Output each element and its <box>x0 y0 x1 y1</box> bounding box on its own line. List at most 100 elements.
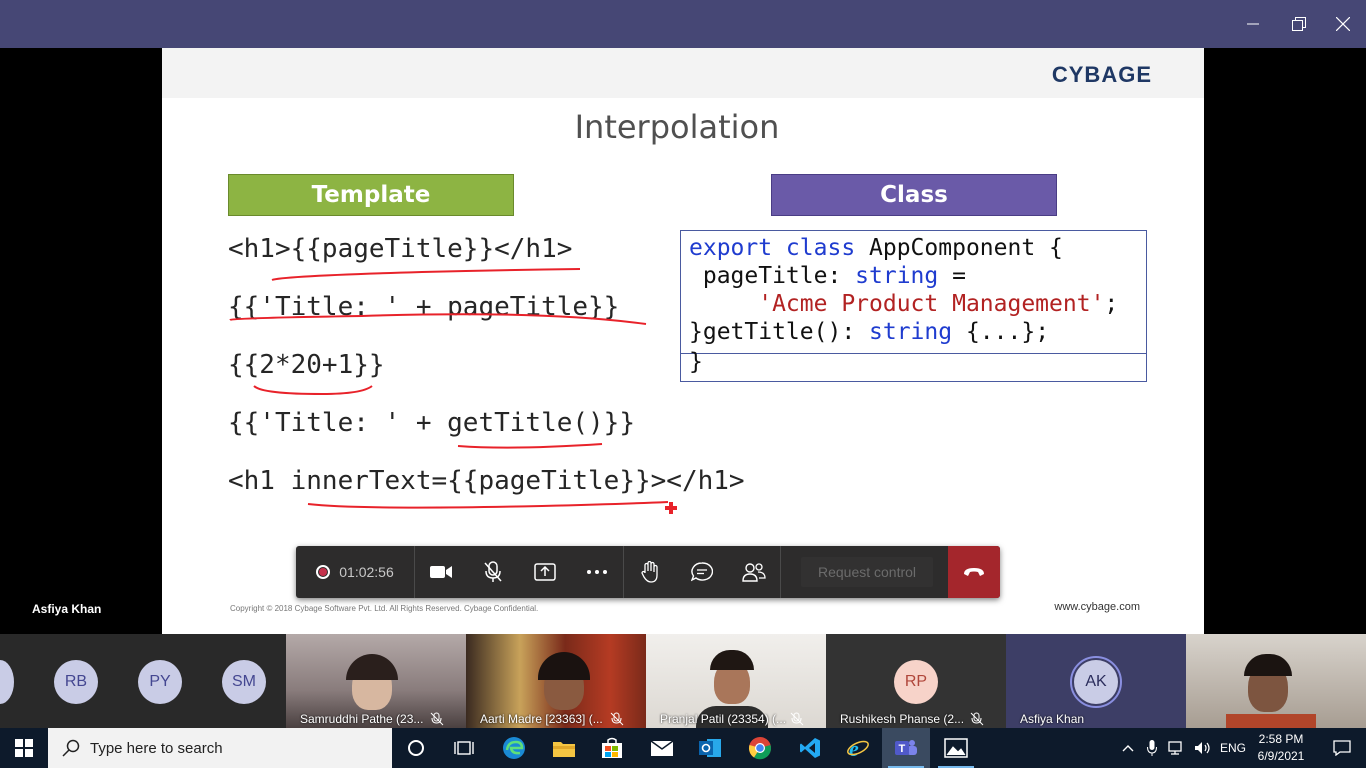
template-line-5: <h1 innerText={{pageTitle}}></h1> <box>228 466 745 496</box>
windows-taskbar: Type here to search e T ENG 2:58 PM 6/9/… <box>0 728 1366 768</box>
restore-button[interactable] <box>1276 0 1322 48</box>
more-actions-button[interactable] <box>571 546 623 598</box>
store-icon <box>602 737 622 758</box>
photos-app[interactable] <box>932 728 980 768</box>
recording-indicator: 01:02:56 <box>296 546 414 598</box>
class-code-line-4: }getTitle(): string {...}; <box>689 319 1049 345</box>
microphone-tray-button[interactable] <box>1140 728 1164 768</box>
template-line-4: {{'Title: ' + getTitle()}} <box>228 408 635 438</box>
raise-hand-icon <box>641 561 658 583</box>
show-hidden-icons-button[interactable] <box>1116 728 1140 768</box>
mail-icon <box>650 740 674 756</box>
windows-logo-icon <box>15 739 33 757</box>
chrome-icon <box>748 737 772 760</box>
network-tray-button[interactable] <box>1164 728 1190 768</box>
participant-name: Samruddhi Pathe (23... <box>300 712 424 726</box>
code-text: }getTitle(): <box>689 319 870 345</box>
participant-name: Asfiya Khan <box>1020 712 1085 726</box>
code-text: {...}; <box>952 319 1050 345</box>
share-screen-button[interactable] <box>519 546 571 598</box>
code-text: AppComponent { <box>855 235 1063 261</box>
slide-copyright: Copyright © 2018 Cybage Software Pvt. Lt… <box>230 604 539 613</box>
keyword: export class <box>689 235 856 261</box>
vscode-app[interactable] <box>786 728 834 768</box>
template-line-3: {{2*20+1}} <box>228 350 385 380</box>
pen-cursor-icon <box>665 506 677 510</box>
taskbar-search-box[interactable]: Type here to search <box>48 728 392 768</box>
mic-off-icon <box>970 712 984 726</box>
search-placeholder: Type here to search <box>90 739 223 757</box>
internet-explorer-app[interactable]: e <box>834 728 882 768</box>
minimize-icon <box>1247 23 1259 25</box>
mic-off-icon <box>430 712 444 726</box>
code-text: ; <box>1104 291 1119 317</box>
participant-video-tile[interactable]: Samruddhi Pathe (23... <box>286 634 466 728</box>
input-language[interactable]: ENG <box>1220 741 1246 755</box>
minimize-button[interactable] <box>1230 0 1276 48</box>
participant-video-tile[interactable]: Pranjal Patil (23354) (... <box>646 634 826 728</box>
cortana-button[interactable] <box>392 728 440 768</box>
slide-title: Interpolation <box>574 108 780 146</box>
ie-icon: e <box>847 736 869 760</box>
window-titlebar <box>0 0 1366 48</box>
teams-app[interactable]: T <box>882 728 930 768</box>
action-center-button[interactable] <box>1318 728 1366 768</box>
svg-text:T: T <box>899 743 906 755</box>
avatar-partial[interactable] <box>0 660 14 704</box>
class-code-line-5: } <box>689 349 703 375</box>
notification-icon <box>1333 740 1351 756</box>
participant-video-tile[interactable] <box>1186 634 1366 728</box>
avatar[interactable]: SM <box>222 660 266 704</box>
file-explorer-app[interactable] <box>540 728 588 768</box>
chat-button[interactable] <box>676 546 728 598</box>
template-line-1: <h1>{{pageTitle}}</h1> <box>228 234 573 264</box>
template-label: Template <box>228 174 514 216</box>
close-button[interactable] <box>1320 0 1366 48</box>
task-view-button[interactable] <box>440 728 488 768</box>
edge-icon <box>503 737 525 759</box>
store-app[interactable] <box>588 728 636 768</box>
volume-tray-button[interactable] <box>1190 728 1216 768</box>
participant-name: Pranjal Patil (23354) (... <box>660 712 787 726</box>
participant-tile[interactable]: RP Rushikesh Phanse (2... <box>826 634 1006 728</box>
cybage-logo: CYBAGE <box>1051 62 1152 87</box>
participant-name: Rushikesh Phanse (2... <box>840 712 965 726</box>
teams-icon: T <box>895 740 917 755</box>
participant-shirt <box>1226 714 1316 728</box>
camera-button[interactable] <box>415 546 467 598</box>
participant-video-tile[interactable]: Aarti Madre [23363] (... <box>466 634 646 728</box>
chrome-app[interactable] <box>736 728 784 768</box>
participants-button[interactable] <box>728 546 780 598</box>
mute-button[interactable] <box>467 546 519 598</box>
avatar: RP <box>894 660 938 704</box>
hang-up-button[interactable] <box>948 546 1000 598</box>
record-icon <box>316 565 331 579</box>
slide-header: CYBAGE <box>162 48 1204 98</box>
restore-icon <box>1292 17 1306 31</box>
edge-app[interactable] <box>490 728 538 768</box>
chat-icon <box>691 562 713 582</box>
keyword: string <box>855 263 939 289</box>
code-text: pageTitle: <box>689 263 856 289</box>
mail-app[interactable] <box>638 728 686 768</box>
clock-date[interactable]: 6/9/2021 <box>1256 749 1306 763</box>
participants-icon <box>742 563 766 582</box>
keyword: string <box>869 319 953 345</box>
request-control-button[interactable]: Request control <box>801 557 933 587</box>
avatar[interactable]: RB <box>54 660 98 704</box>
more-icon <box>587 570 607 574</box>
outlook-app[interactable] <box>686 728 734 768</box>
class-box-divider <box>681 353 1146 354</box>
camera-icon <box>430 566 452 578</box>
avatar[interactable]: PY <box>138 660 182 704</box>
clock-time[interactable]: 2:58 PM <box>1256 732 1306 746</box>
meeting-timer: 01:02:56 <box>339 564 394 580</box>
participant-tile[interactable]: AK Asfiya Khan <box>1006 634 1186 728</box>
avatar: AK <box>1074 660 1118 704</box>
start-button[interactable] <box>0 728 48 768</box>
ink-underline-3 <box>253 385 373 396</box>
search-icon <box>62 739 80 757</box>
raise-hand-button[interactable] <box>624 546 676 598</box>
mic-off-icon <box>610 712 624 726</box>
volume-icon <box>1195 742 1210 754</box>
